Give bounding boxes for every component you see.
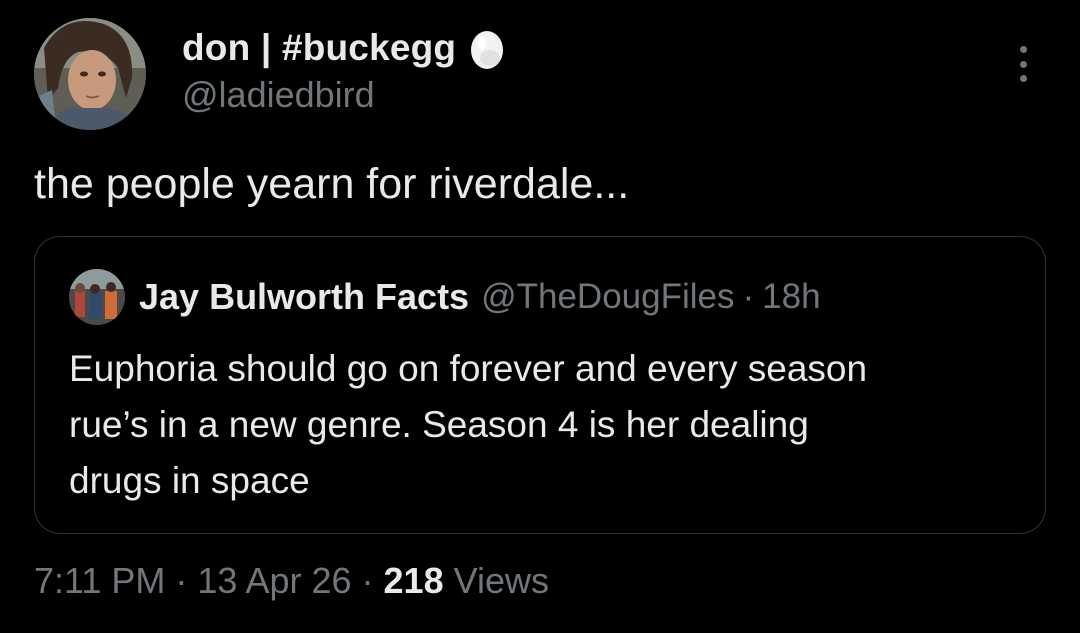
quoted-tweet-text: Euphoria should go on forever and every …	[69, 341, 1019, 509]
author-handle[interactable]: @ladiedbird	[182, 74, 506, 116]
separator-dot: ·	[175, 560, 188, 601]
tweet-time[interactable]: 7:11 PM	[34, 560, 165, 602]
quoted-author-avatar[interactable]	[69, 269, 125, 325]
quoted-tweet-time[interactable]: 18h	[762, 277, 820, 317]
tweet-meta: 7:11 PM · 13 Apr 26 · 218 Views	[34, 560, 549, 602]
tweet-date[interactable]: 13 Apr 26	[197, 560, 351, 602]
egg-icon	[468, 25, 506, 71]
avatar-photo	[34, 18, 146, 130]
display-name-row: don | #buckegg	[182, 26, 506, 70]
more-options-button[interactable]	[1008, 44, 1038, 84]
separator-dot: ·	[361, 560, 374, 601]
quoted-tweet-card[interactable]: Jay Bulworth Facts @TheDougFiles · 18h E…	[34, 236, 1046, 534]
author-info: don | #buckegg @ladiedbird	[182, 26, 506, 116]
quoted-text-line: rue’s in a new genre. Season 4 is her de…	[69, 404, 809, 445]
author-avatar[interactable]	[34, 18, 146, 130]
more-options-dot	[1019, 60, 1027, 68]
author-display-name[interactable]: don | #buckegg	[182, 27, 456, 69]
more-options-icon	[1019, 46, 1027, 53]
views-label: Views	[453, 560, 549, 601]
tweet: don | #buckegg @ladiedbird the people ye…	[0, 0, 1080, 633]
quoted-avatar-photo	[69, 269, 125, 325]
separator-dot: ·	[742, 277, 755, 316]
quoted-text-line: drugs in space	[69, 460, 310, 501]
more-options-dot	[1019, 75, 1027, 82]
quoted-author-name[interactable]: Jay Bulworth Facts	[139, 276, 469, 318]
quoted-author-handle[interactable]: @TheDougFiles	[481, 277, 734, 317]
views-count[interactable]: 218	[384, 560, 444, 602]
quoted-text-line: Euphoria should go on forever and every …	[69, 348, 868, 389]
quoted-tweet-header: Jay Bulworth Facts @TheDougFiles · 18h	[69, 269, 821, 325]
tweet-text: the people yearn for riverdale...	[34, 160, 630, 208]
